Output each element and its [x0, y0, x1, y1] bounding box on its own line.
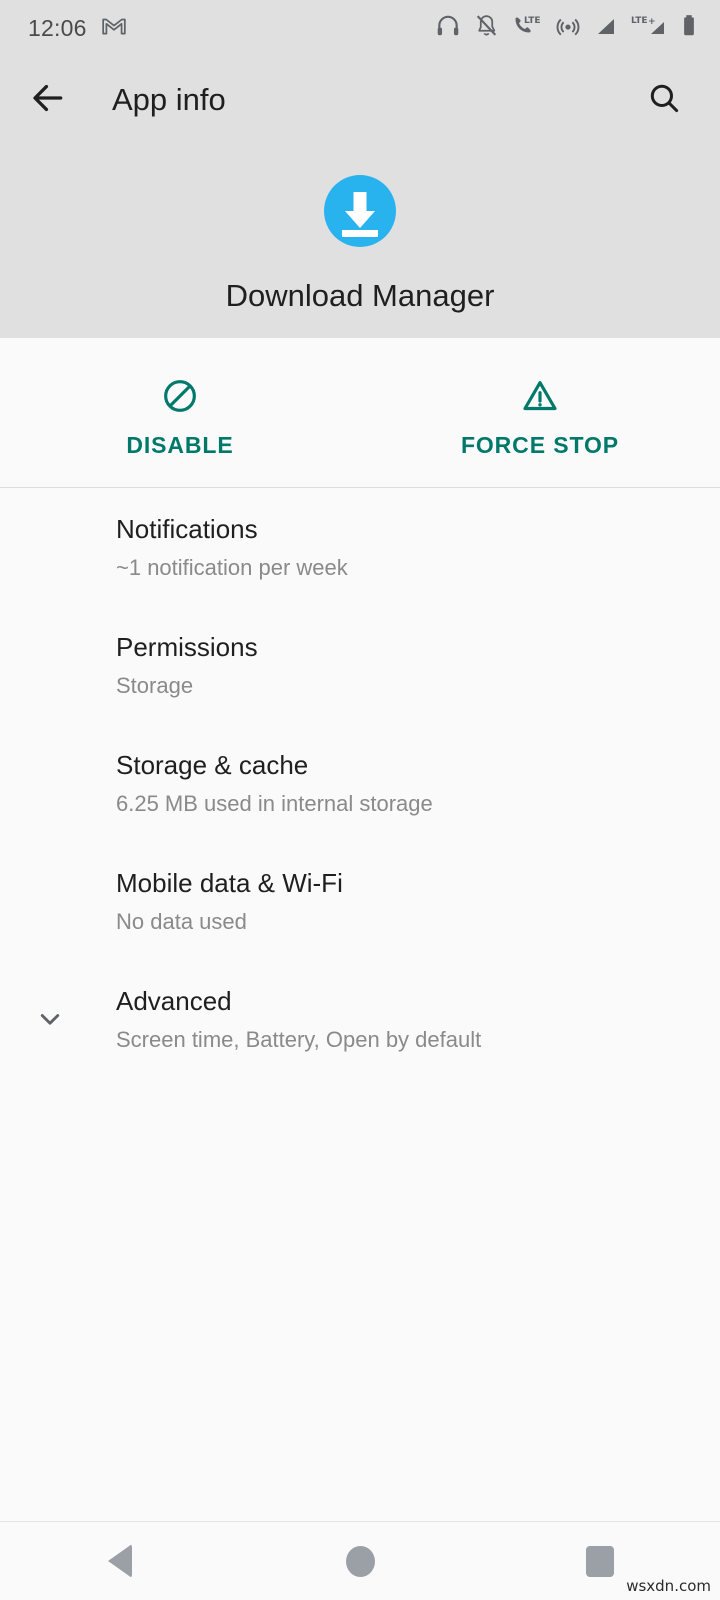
status-bar-left: 12:06 [28, 13, 127, 44]
nav-recents-button[interactable] [480, 1545, 720, 1577]
signal-bars-icon [594, 14, 618, 43]
disable-button-label: DISABLE [126, 432, 234, 458]
list-item-title: Permissions [116, 631, 258, 662]
list-item-title: Mobile data & Wi-Fi [116, 867, 343, 898]
download-arrow-base [342, 230, 378, 237]
headset-icon [435, 13, 461, 44]
warning-triangle-icon [520, 374, 560, 418]
list-item-title: Notifications [116, 513, 258, 544]
nav-back-button[interactable] [0, 1544, 240, 1578]
page-title: App info [112, 82, 226, 117]
status-bar-right: LTE LTE + [435, 0, 698, 56]
list-item-title: Storage & cache [116, 749, 309, 780]
back-button[interactable] [16, 68, 80, 132]
list-item-subtitle: ~1 notification per week [116, 555, 348, 580]
list-item-storage-and-cache[interactable]: Storage & cache 6.25 MB used in internal… [0, 724, 720, 842]
app-bar: App info [0, 56, 720, 144]
app-actions-bar: DISABLE FORCE STOP [0, 338, 720, 487]
back-arrow-icon [29, 79, 67, 122]
nav-home-button[interactable] [240, 1545, 480, 1577]
status-bar-clock: 12:06 [28, 14, 87, 41]
app-name: Download Manager [225, 278, 495, 313]
app-info-screen: 12:06 LTE LTE + App info Download Manage… [0, 0, 720, 1600]
list-item-subtitle: No data used [116, 909, 247, 934]
search-icon [646, 80, 682, 121]
list-item-mobile-data-and-wifi[interactable]: Mobile data & Wi-Fi No data used [0, 842, 720, 960]
list-item-permissions[interactable]: Permissions Storage [0, 606, 720, 724]
nav-back-triangle-icon [108, 1544, 132, 1578]
disable-circle-slash-icon [160, 374, 200, 418]
download-arrow-head [345, 211, 375, 228]
lte-call-icon: LTE [512, 13, 542, 44]
watermark: wsxdn.com [626, 1577, 711, 1595]
download-manager-icon [324, 175, 396, 247]
svg-text:+: + [648, 17, 656, 27]
notifications-off-icon [474, 13, 499, 43]
nav-recents-square-icon [586, 1545, 614, 1577]
list-item-subtitle: Storage [116, 673, 194, 698]
svg-text:LTE: LTE [631, 16, 648, 26]
lte-plus-signal-icon: LTE + [631, 14, 667, 43]
search-button[interactable] [634, 70, 694, 130]
disable-button[interactable]: DISABLE [0, 338, 360, 487]
chevron-down-icon[interactable] [28, 997, 72, 1041]
list-item-subtitle: Screen time, Battery, Open by default [116, 1027, 482, 1052]
force-stop-button[interactable]: FORCE STOP [360, 338, 720, 487]
force-stop-button-label: FORCE STOP [460, 432, 620, 458]
settings-list: Notifications ~1 notification per week P… [0, 488, 720, 1078]
gmail-icon [101, 13, 127, 44]
nav-home-circle-icon [345, 1545, 375, 1577]
list-item-notifications[interactable]: Notifications ~1 notification per week [0, 488, 720, 606]
list-item-subtitle: 6.25 MB used in internal storage [116, 791, 433, 816]
list-item-title: Advanced [116, 985, 232, 1016]
battery-icon [680, 13, 698, 44]
svg-text:LTE: LTE [524, 16, 541, 26]
app-header: Download Manager [0, 144, 720, 338]
hotspot-icon [555, 13, 581, 44]
system-navigation-bar [0, 1522, 720, 1600]
status-bar: 12:06 LTE LTE + [0, 0, 720, 56]
list-item-advanced[interactable]: Advanced Screen time, Battery, Open by d… [0, 960, 720, 1078]
